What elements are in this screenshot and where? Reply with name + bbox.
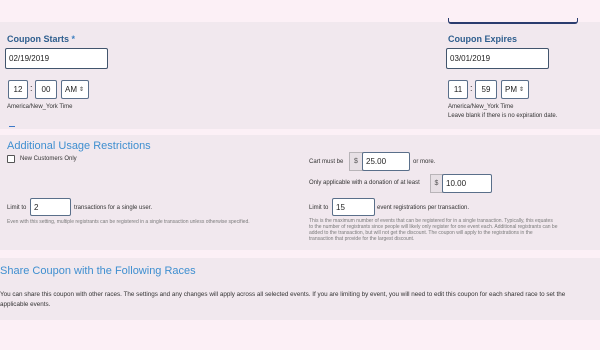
coupon-starts-minute-input[interactable]: 00	[35, 80, 57, 99]
restrictions-title: Additional Usage Restrictions	[7, 140, 151, 152]
share-text-line-1: You can share this coupon with other rac…	[0, 291, 566, 298]
limit-event-prefix: Limit to	[309, 205, 329, 211]
new-customers-label: New Customers Only	[20, 156, 77, 162]
share-title: Share Coupon with the Following Races	[0, 265, 196, 277]
coupon-expires-hour-input[interactable]: 11	[448, 80, 468, 99]
coupon-starts-ampm-select[interactable]: AM ⇕	[61, 80, 89, 99]
tab-indicator	[9, 126, 15, 127]
top-button-edge[interactable]	[448, 18, 578, 24]
new-customers-checkbox[interactable]	[7, 155, 15, 163]
limit-user-input[interactable]: 2	[30, 198, 71, 216]
time-separator: :	[470, 83, 473, 93]
coupon-expires-timezone: America/New_York Time	[448, 104, 514, 110]
coupon-expires-ampm-value: PM	[505, 85, 517, 94]
donation-label: Only applicable with a donation of at le…	[309, 180, 420, 186]
cart-min-suffix: or more.	[413, 159, 436, 165]
cart-currency-addon: $	[349, 152, 363, 171]
limit-event-suffix: event registrations per transaction.	[377, 205, 470, 211]
limit-user-help: Even with this setting, multiple registr…	[7, 219, 250, 225]
time-separator: :	[30, 83, 33, 93]
updown-arrows-icon: ⇕	[519, 87, 525, 93]
coupon-starts-date-input[interactable]: 02/19/2019	[5, 48, 108, 69]
coupon-expires-minute-input[interactable]: 59	[475, 80, 497, 99]
coupon-starts-ampm-value: AM	[65, 85, 77, 94]
limit-user-prefix: Limit to	[7, 205, 27, 211]
coupon-starts-label: Coupon Starts *	[7, 34, 75, 44]
coupon-expires-hint: Leave blank if there is no expiration da…	[448, 113, 558, 119]
coupon-starts-hour-input[interactable]: 12	[8, 80, 28, 99]
limit-user-suffix: transactions for a single user.	[74, 205, 153, 211]
coupon-expires-date-input[interactable]: 03/01/2019	[446, 48, 549, 69]
limit-event-input[interactable]: 15	[332, 198, 375, 216]
coupon-starts-timezone: America/New_York Time	[7, 104, 73, 110]
cart-min-input[interactable]: 25.00	[362, 152, 410, 171]
coupon-expires-label: Coupon Expires	[448, 34, 518, 44]
cart-min-prefix: Cart must be	[309, 159, 344, 165]
required-mark: *	[71, 34, 76, 44]
donation-input[interactable]: 10.00	[442, 174, 492, 193]
coupon-starts-label-text: Coupon Starts	[7, 34, 69, 44]
limit-event-help-line-4: transaction that provide for the largest…	[309, 236, 415, 242]
share-text-line-2: applicable events.	[0, 301, 51, 308]
updown-arrows-icon: ⇕	[79, 87, 85, 93]
coupon-expires-ampm-select[interactable]: PM ⇕	[501, 80, 529, 99]
